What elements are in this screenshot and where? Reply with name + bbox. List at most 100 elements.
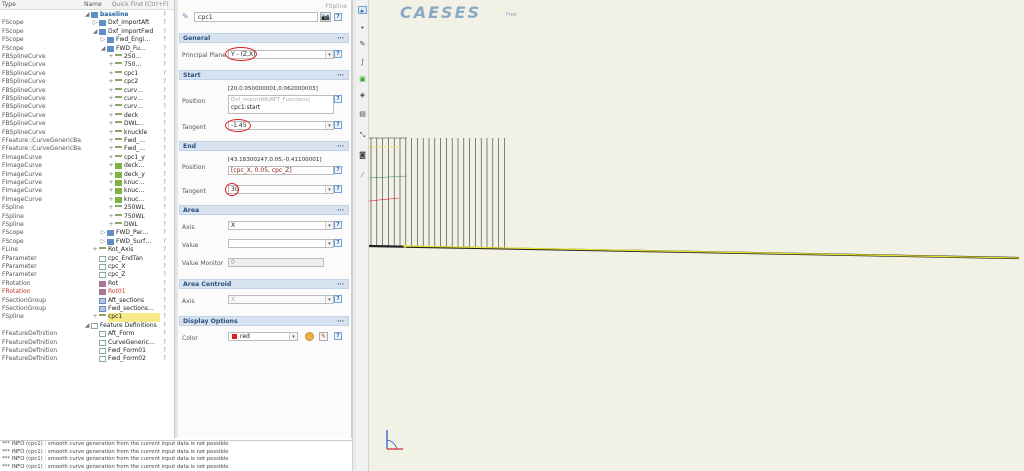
tree-row[interactable]: ◢ Feature Definitions? bbox=[0, 322, 174, 330]
help-button[interactable]: ? bbox=[334, 332, 342, 340]
tree-row[interactable]: FImageCurve + cpc1_y? bbox=[0, 154, 174, 162]
help-icon[interactable]: ? bbox=[163, 145, 166, 153]
tree-row[interactable]: FScope ▷ FWD_Par…? bbox=[0, 229, 174, 237]
help-icon[interactable]: ? bbox=[163, 11, 166, 19]
help-icon[interactable]: ? bbox=[163, 330, 166, 338]
help-button[interactable]: ? bbox=[334, 13, 342, 21]
tree-row[interactable]: FFeatureDefinition Aft_Form? bbox=[0, 330, 174, 338]
expand-toggle-icon[interactable]: + bbox=[108, 70, 114, 78]
camera-tool-icon[interactable]: ◙ bbox=[358, 151, 367, 159]
tree-row[interactable]: ◢ baseline? bbox=[0, 11, 174, 19]
help-icon[interactable]: ? bbox=[163, 213, 166, 221]
name-column-header[interactable]: Name bbox=[82, 1, 102, 8]
measure-tool-icon[interactable]: ⤡ bbox=[358, 131, 367, 139]
select-tool-icon[interactable]: ▸ bbox=[358, 6, 367, 15]
tree-row[interactable]: FFeatureDefinition CurveGeneric…? bbox=[0, 339, 174, 347]
tree-row[interactable]: FBSplineCurve + curv…? bbox=[0, 95, 174, 103]
display-options-section-header[interactable]: Display Options ··· bbox=[179, 316, 349, 326]
tree-row[interactable]: FParameter cpc_X? bbox=[0, 263, 174, 271]
object-name-field[interactable]: cpc1 bbox=[194, 12, 318, 22]
help-icon[interactable]: ? bbox=[163, 288, 166, 296]
help-icon[interactable]: ? bbox=[163, 297, 166, 305]
help-icon[interactable]: ? bbox=[163, 221, 166, 229]
expand-toggle-icon[interactable]: ◢ bbox=[84, 11, 90, 19]
chevron-down-icon[interactable]: ▾ bbox=[325, 186, 333, 193]
expand-toggle-icon[interactable]: + bbox=[108, 61, 114, 69]
help-icon[interactable]: ? bbox=[163, 355, 166, 363]
expand-toggle-icon[interactable]: + bbox=[108, 171, 114, 179]
help-icon[interactable]: ? bbox=[163, 162, 166, 170]
expand-toggle-icon[interactable]: + bbox=[108, 213, 114, 221]
help-icon[interactable]: ? bbox=[163, 204, 166, 212]
tree-row[interactable]: FImageCurve + knuc…? bbox=[0, 187, 174, 195]
help-icon[interactable]: ? bbox=[163, 238, 166, 246]
expand-toggle-icon[interactable]: + bbox=[108, 162, 114, 170]
help-icon[interactable]: ? bbox=[163, 112, 166, 120]
tree-row[interactable]: FScope ▷ FWD_Surf…? bbox=[0, 238, 174, 246]
section-menu-icon[interactable]: ··· bbox=[337, 317, 344, 326]
cube-tool-icon[interactable]: ◈ bbox=[358, 91, 367, 99]
help-icon[interactable]: ? bbox=[163, 53, 166, 61]
expand-toggle-icon[interactable]: ▷ bbox=[100, 229, 106, 237]
expand-toggle-icon[interactable]: + bbox=[108, 137, 114, 145]
point-tool-icon[interactable]: • bbox=[358, 24, 367, 32]
end-tangent-input[interactable]: 30 ▾ bbox=[228, 185, 334, 194]
expand-toggle-icon[interactable]: + bbox=[108, 204, 114, 212]
tree-row[interactable]: FLine + Rot_Axis? bbox=[0, 246, 174, 254]
help-icon[interactable]: ? bbox=[163, 87, 166, 95]
3d-viewport[interactable]: CAESES Free bbox=[369, 0, 1024, 471]
help-icon[interactable]: ? bbox=[163, 305, 166, 313]
brush-tool-icon[interactable]: ⁄ bbox=[358, 171, 367, 179]
help-icon[interactable]: ? bbox=[163, 36, 166, 44]
expand-toggle-icon[interactable]: + bbox=[108, 120, 114, 128]
edit-icon[interactable]: ✎ bbox=[319, 332, 328, 341]
help-icon[interactable]: ? bbox=[163, 229, 166, 237]
expand-toggle-icon[interactable]: + bbox=[92, 246, 98, 254]
tree-row[interactable]: FFeatureDefinition Fwd_Form02? bbox=[0, 355, 174, 363]
section-menu-icon[interactable]: ··· bbox=[337, 34, 344, 43]
expand-toggle-icon[interactable]: + bbox=[108, 187, 114, 195]
centroid-axis-select[interactable]: X ▾ bbox=[228, 295, 334, 304]
layers-tool-icon[interactable]: ▤ bbox=[358, 110, 367, 118]
chevron-down-icon[interactable]: ▾ bbox=[325, 122, 333, 129]
section-menu-icon[interactable]: ··· bbox=[337, 280, 344, 289]
section-menu-icon[interactable]: ··· bbox=[337, 71, 344, 80]
tree-row[interactable]: FParameter cpc_EndTan? bbox=[0, 255, 174, 263]
help-icon[interactable]: ? bbox=[163, 196, 166, 204]
help-icon[interactable]: ? bbox=[163, 271, 166, 279]
tree-row[interactable]: FFeature::CurveGenericBa… + Fwd_…? bbox=[0, 137, 174, 145]
help-button[interactable]: ? bbox=[334, 295, 342, 303]
area-centroid-section-header[interactable]: Area Centroid ··· bbox=[179, 279, 349, 289]
tree-row[interactable]: FParameter cpc_Z? bbox=[0, 271, 174, 279]
start-section-header[interactable]: Start ··· bbox=[179, 70, 349, 80]
tree-row[interactable]: FBSplineCurve + curv…? bbox=[0, 87, 174, 95]
tree-row[interactable]: FFeatureDefinition Fwd_Form01? bbox=[0, 347, 174, 355]
tree-row[interactable]: FSectionGroup Fwd_sections…? bbox=[0, 305, 174, 313]
quick-find-input[interactable]: Quick Find (Ctrl+F) bbox=[102, 1, 169, 8]
help-icon[interactable]: ? bbox=[163, 129, 166, 137]
help-icon[interactable]: ? bbox=[163, 339, 166, 347]
expand-toggle-icon[interactable]: + bbox=[108, 87, 114, 95]
color-select[interactable]: red ▾ bbox=[228, 332, 298, 341]
help-icon[interactable]: ? bbox=[163, 187, 166, 195]
tree-row[interactable]: FBSplineCurve + cpc2? bbox=[0, 78, 174, 86]
curve-tool-icon[interactable]: ∫ bbox=[358, 58, 367, 66]
help-icon[interactable]: ? bbox=[163, 78, 166, 86]
tree-row[interactable]: FImageCurve + deck_y? bbox=[0, 171, 174, 179]
help-icon[interactable]: ? bbox=[163, 103, 166, 111]
tree-row[interactable]: FBSplineCurve + cpc1? bbox=[0, 70, 174, 78]
help-button[interactable]: ? bbox=[334, 221, 342, 229]
section-menu-icon[interactable]: ··· bbox=[337, 142, 344, 151]
expand-toggle-icon[interactable]: + bbox=[108, 154, 114, 162]
tree-row[interactable]: FSpline +750WL? bbox=[0, 213, 174, 221]
expand-toggle-icon[interactable]: + bbox=[108, 53, 114, 61]
tree-row[interactable]: FSpline +250WL? bbox=[0, 204, 174, 212]
help-icon[interactable]: ? bbox=[163, 70, 166, 78]
tree-row[interactable]: FBSplineCurve + deck? bbox=[0, 112, 174, 120]
expand-toggle-icon[interactable]: ▷ bbox=[100, 238, 106, 246]
expand-toggle-icon[interactable]: ▷ bbox=[92, 19, 98, 27]
help-icon[interactable]: ? bbox=[163, 246, 166, 254]
tree-row[interactable]: FFeature::CurveGenericBa… + Fwd_…? bbox=[0, 145, 174, 153]
help-icon[interactable]: ? bbox=[163, 154, 166, 162]
help-icon[interactable]: ? bbox=[163, 263, 166, 271]
